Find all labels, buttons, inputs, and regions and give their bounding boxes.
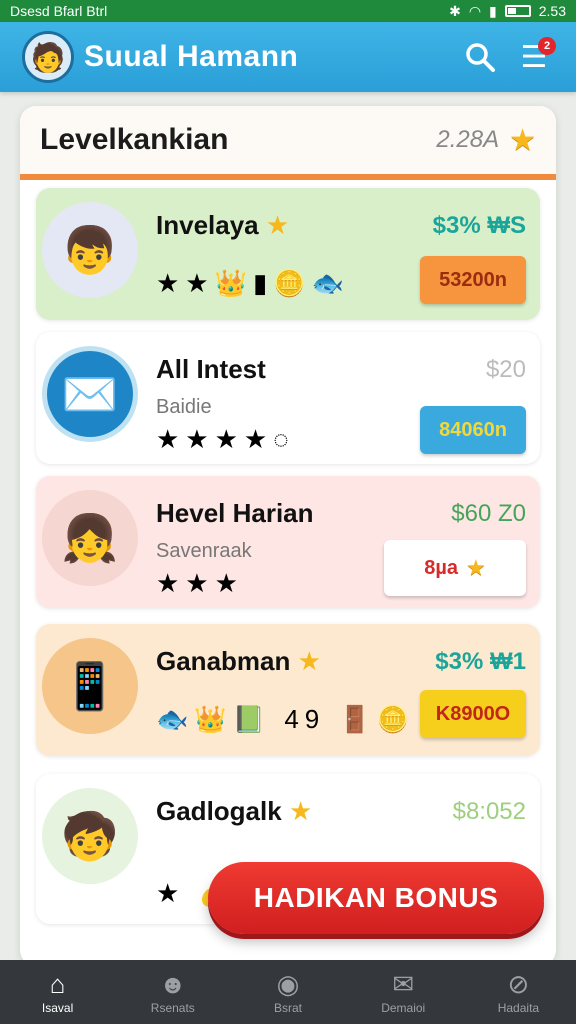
claim-button[interactable]: 53200n — [420, 256, 526, 304]
status-bar-left-text: Dsesd Bfarl Btrl — [10, 3, 108, 19]
card-amount: $8:052 — [452, 798, 526, 825]
panel-score: 2.28A — [436, 126, 500, 153]
card-title: Invelaya — [156, 210, 259, 240]
avatar[interactable]: 🧑 — [22, 31, 74, 83]
nav-item-game[interactable]: ◉ Bsrat — [230, 960, 345, 1024]
level-panel: Levelkankian 2.28A ★ 👦 Invelaya ★ ★★👑▮🪙🐟… — [20, 106, 556, 966]
nav-label: Demaioi — [381, 1001, 426, 1015]
card-title: Hevel Harian — [156, 498, 314, 528]
app-title: Suual Hamann — [84, 40, 299, 73]
status-bar: Dsesd Bfarl Btrl ✱ ◠ ▮ 2.53 — [0, 0, 576, 22]
home-icon: ⌂ — [49, 969, 66, 999]
kid-avatar-icon: 👦 — [42, 202, 138, 298]
claim-button[interactable]: 84060n — [420, 406, 526, 454]
card-subtitle: Baidie — [156, 396, 212, 418]
nav-label: Rsenats — [150, 1001, 195, 1015]
nav-item-search[interactable]: ⊘ Hadaita — [461, 960, 576, 1024]
star-icon: ★ — [509, 123, 536, 157]
nav-label: Hadaita — [497, 1001, 540, 1015]
status-bar-icons: ✱ ◠ ▮ 2.53 — [449, 3, 566, 20]
nav-label: Isaval — [41, 1001, 74, 1015]
nav-item-home[interactable]: ⌂ Isaval — [0, 960, 115, 1024]
star-icon: ★ — [265, 210, 290, 240]
nav-label: Bsrat — [274, 1001, 303, 1015]
phone-coins-icon: 📱 — [42, 638, 138, 734]
card-title: Gadlogalk — [156, 796, 282, 826]
menu-button[interactable]: ☰ 2 — [514, 37, 556, 77]
game-icon: ◉ — [276, 969, 300, 999]
card-amount: $3% ₩1 — [435, 648, 526, 675]
wifi-icon: ◠ — [468, 2, 482, 19]
card-amount: $60 Z0 — [451, 500, 526, 527]
badge-icon: ✉️ — [42, 346, 138, 442]
app-bar: 🧑 Suual Hamann ☰ 2 — [0, 22, 576, 92]
star-rating: ★★★ — [156, 568, 244, 598]
card-title-wrap: Ganabman ★ — [156, 646, 321, 677]
search-icon: ⊘ — [507, 969, 530, 999]
notification-badge: 2 — [538, 37, 556, 55]
card-amount: $20 — [485, 356, 526, 383]
star-icon: ★ — [288, 796, 313, 826]
kid-avatar-icon: 🧒 — [42, 788, 138, 884]
bonus-button[interactable]: HADIKAN BONUS — [208, 862, 544, 934]
level-card[interactable]: 📱 Ganabman ★ 🐟👑📗 49 🚪🪙 $3% ₩1 K8900O — [36, 624, 540, 756]
level-card[interactable]: 👧 Hevel Harian Savenraak ★★★ $60 Z0 8µa … — [36, 476, 540, 608]
level-card[interactable]: ✉️ All Intest Baidie ★★★★◌ $20 84060n — [36, 332, 540, 464]
card-title: All Intest — [156, 354, 266, 384]
mail-icon: ✉ — [392, 969, 415, 999]
card-subtitle: Savenraak — [156, 540, 252, 562]
star-icon: ★ — [297, 646, 321, 676]
nav-item-profile[interactable]: ☻ Rsenats — [115, 960, 230, 1024]
claim-button[interactable]: K8900O — [420, 690, 526, 738]
bottom-nav: ⌂ Isaval ☻ Rsenats ◉ Bsrat ✉ Demaioi ⊘ H… — [0, 960, 576, 1024]
star-icon: ★ — [466, 555, 486, 580]
card-title: Ganabman — [156, 646, 291, 676]
star-rating: ★★★★◌ — [156, 424, 295, 454]
status-time: 2.53 — [538, 3, 566, 19]
profile-icon: ☻ — [159, 969, 187, 999]
panel-header: Levelkankian 2.28A ★ — [20, 106, 556, 180]
card-title-wrap: Invelaya ★ — [156, 210, 289, 241]
search-icon — [466, 43, 495, 72]
panel-title: Levelkankian — [40, 123, 229, 156]
battery-icon — [504, 5, 531, 17]
reward-icons: ★★👑▮🪙🐟 — [156, 268, 351, 298]
search-button[interactable] — [460, 37, 500, 77]
claim-button-label: 8µa — [424, 556, 459, 579]
reward-icons: 🐟👑📗 49 🚪🪙 — [156, 704, 416, 734]
claim-button[interactable]: 8µa ★ — [384, 540, 526, 596]
signal-icon: ▮ — [489, 2, 497, 19]
card-title-wrap: Gadlogalk ★ — [156, 796, 312, 827]
nav-item-mail[interactable]: ✉ Demaioi — [346, 960, 461, 1024]
bluetooth-icon: ✱ — [449, 2, 461, 19]
card-amount: $3% ₩S — [432, 212, 526, 239]
level-card[interactable]: 👦 Invelaya ★ ★★👑▮🪙🐟 $3% ₩S 53200n — [36, 188, 540, 320]
kid-avatar-icon: 👧 — [42, 490, 138, 586]
